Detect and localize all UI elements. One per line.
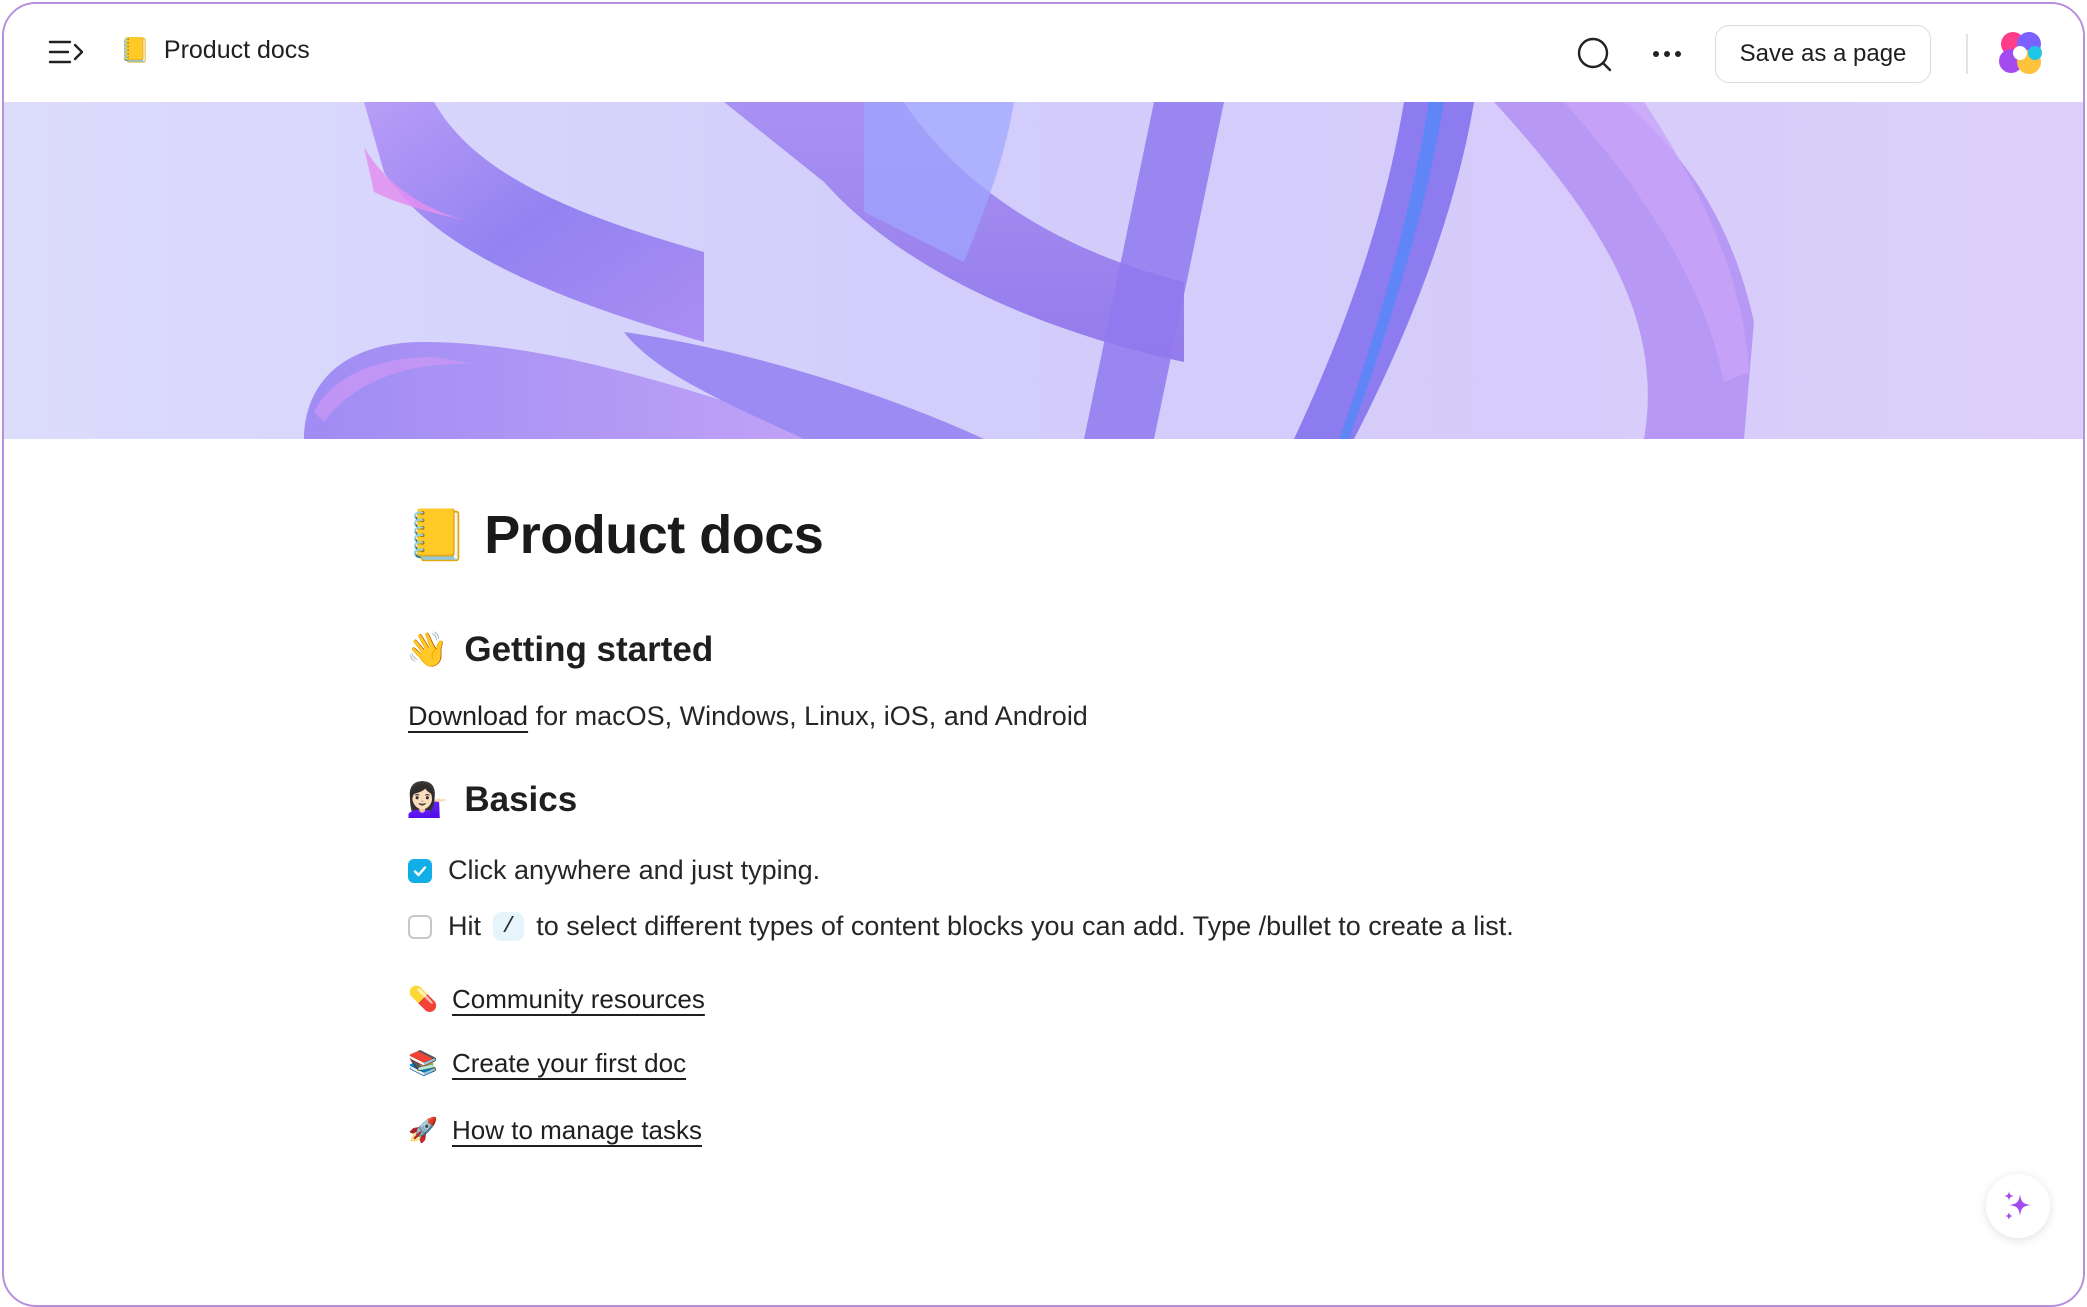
heading-text[interactable]: Basics <box>464 780 577 820</box>
heading-getting-started[interactable]: 👋 Getting started <box>406 630 713 670</box>
books-icon: 📚 <box>408 1050 438 1077</box>
checkbox-checked[interactable] <box>408 858 432 883</box>
todo-text-prefix[interactable]: Hit <box>448 911 481 942</box>
heading-basics[interactable]: 💁🏻‍♀️ Basics <box>406 780 577 820</box>
more-dots-icon[interactable] <box>1652 44 1682 64</box>
checkbox-unchecked[interactable] <box>408 914 432 939</box>
sidebar-toggle-icon[interactable] <box>48 38 88 66</box>
todo-item[interactable]: Click anywhere and just typing. <box>408 855 820 886</box>
person-tipping-hand-icon: 💁🏻‍♀️ <box>406 781 449 819</box>
save-as-page-button[interactable]: Save as a page <box>1715 25 1931 83</box>
page-title-text[interactable]: Product docs <box>484 504 824 566</box>
link-item[interactable]: 💊 Community resources <box>408 984 705 1015</box>
app-logo-icon[interactable] <box>1998 31 2042 75</box>
cover-image[interactable] <box>4 102 2083 439</box>
heading-text[interactable]: Getting started <box>464 630 713 670</box>
download-paragraph-text: for macOS, Windows, Linux, iOS, and Andr… <box>528 701 1088 731</box>
checkmark-icon <box>413 865 427 876</box>
link-item[interactable]: 📚 Create your first doc <box>408 1048 686 1079</box>
inline-code: / <box>493 912 525 941</box>
sparkle-icon <box>2004 1191 2031 1220</box>
pill-icon: 💊 <box>408 986 438 1013</box>
waving-hand-icon: 👋 <box>406 631 449 669</box>
notebook-icon: 📒 <box>406 507 469 563</box>
manage-tasks-link[interactable]: How to manage tasks <box>452 1115 702 1146</box>
breadcrumb-page-name: Product docs <box>163 36 310 64</box>
todo-item[interactable]: Hit / to select different types of conte… <box>408 911 1514 942</box>
todo-text-suffix[interactable]: to select different types of content blo… <box>536 911 1514 942</box>
download-link[interactable]: Download <box>408 701 528 731</box>
download-paragraph[interactable]: Download for macOS, Windows, Linux, iOS,… <box>408 701 1088 732</box>
app-window: 📒 Product docs Save as a page 📒 Product … <box>2 2 2085 1307</box>
todo-text[interactable]: Click anywhere and just typing. <box>448 855 820 886</box>
page-title[interactable]: 📒 Product docs <box>406 504 824 566</box>
top-bar: 📒 Product docs Save as a page <box>4 4 2083 102</box>
breadcrumb[interactable]: 📒 Product docs <box>120 36 310 65</box>
create-first-doc-link[interactable]: Create your first doc <box>452 1048 686 1079</box>
ai-assistant-button[interactable] <box>1986 1174 2050 1238</box>
toolbar-divider <box>1966 34 1968 74</box>
community-resources-link[interactable]: Community resources <box>452 984 705 1015</box>
link-item[interactable]: 🚀 How to manage tasks <box>408 1115 702 1146</box>
notebook-icon: 📒 <box>120 37 150 64</box>
search-icon[interactable] <box>1576 36 1614 74</box>
rocket-icon: 🚀 <box>408 1117 438 1144</box>
